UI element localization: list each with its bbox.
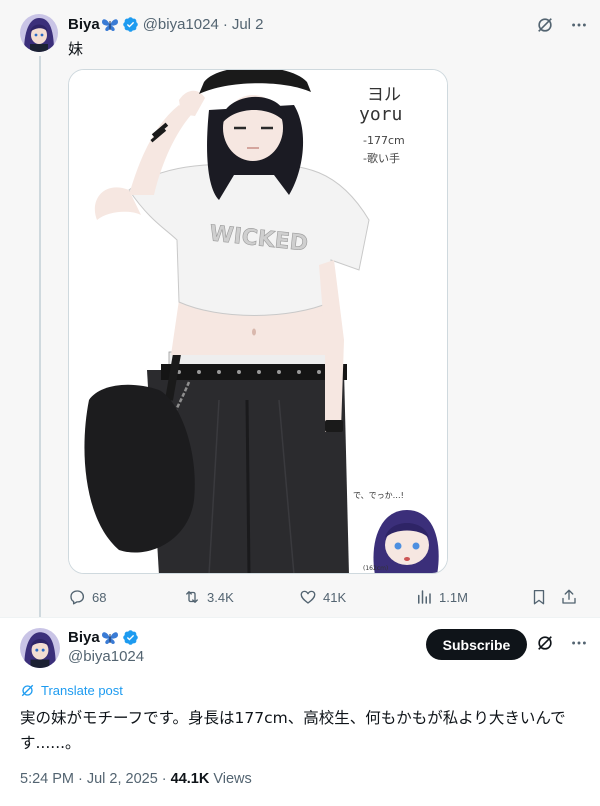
grok-icon[interactable]	[536, 16, 554, 39]
post-timestamp[interactable]: Jul 2	[232, 16, 264, 33]
repost-icon	[186, 591, 198, 603]
verified-badge-icon[interactable]	[122, 16, 139, 33]
replied-post[interactable]: Biya @biya1024 · Jul 2 妹 WICKED ヨル yoru …	[0, 0, 600, 618]
post-text: 妹	[68, 41, 84, 58]
reply-icon	[70, 590, 85, 605]
subscribe-button[interactable]: Subscribe	[426, 629, 527, 660]
grok-translate-icon	[21, 684, 34, 697]
main-post-header-icons	[536, 634, 588, 657]
verified-badge-icon[interactable]	[122, 629, 139, 646]
post-date[interactable]: Jul 2, 2025	[87, 771, 158, 787]
character-name-katakana: ヨル	[367, 85, 401, 105]
repost-count: 3.4K	[207, 589, 234, 605]
butterfly-icon	[101, 17, 119, 33]
role-note: -歌い手	[363, 151, 400, 165]
butterfly-icon	[101, 630, 119, 646]
reply-button[interactable]: 68	[68, 586, 106, 608]
avatar[interactable]	[20, 14, 58, 52]
grok-icon[interactable]	[536, 634, 554, 657]
analytics-icon	[418, 590, 431, 604]
main-display-name[interactable]: Biya	[68, 629, 100, 646]
post-header-icons	[536, 16, 588, 39]
main-views-count: 44.1K	[170, 771, 210, 787]
views-count: 1.1M	[439, 589, 468, 605]
repost-button[interactable]: 3.4K	[183, 586, 234, 608]
main-post-text: 実の妹がモチーフです。身長は177cm、高校生、何もかもが私より大きいんです..…	[20, 709, 566, 752]
bookmark-button[interactable]	[530, 586, 548, 608]
more-options-icon[interactable]	[570, 16, 588, 39]
divider	[0, 617, 600, 618]
like-count: 41K	[323, 589, 347, 605]
translate-post-link[interactable]: Translate post	[20, 683, 123, 698]
reply-count: 68	[92, 589, 107, 605]
thread-line	[39, 56, 41, 618]
post-image[interactable]: WICKED ヨル yoru -177cm -歌い手 で、でっか…! (162c…	[68, 69, 448, 574]
chibi-height: (162cm)	[363, 565, 388, 572]
share-icon	[562, 589, 576, 604]
main-author-handle[interactable]: @biya1024	[68, 648, 144, 665]
views-button[interactable]: 1.1M	[415, 586, 468, 608]
author-handle[interactable]: @biya1024	[143, 16, 219, 33]
height-note: -177cm	[363, 134, 405, 147]
post-header: Biya @biya1024 · Jul 2	[68, 16, 264, 33]
separator-dot: ·	[78, 771, 83, 787]
separator-dot: ·	[161, 771, 167, 787]
like-button[interactable]: 41K	[299, 586, 346, 608]
share-button[interactable]	[560, 586, 578, 608]
post-actions: 68 3.4K 41K 1.1M	[68, 586, 580, 608]
main-avatar[interactable]	[20, 628, 60, 668]
chibi-caption: で、でっか…!	[353, 491, 404, 500]
main-post-header: Biya @biya1024	[68, 629, 144, 665]
post-meta: 5:24 PM · Jul 2, 2025 · 44.1K Views	[20, 771, 252, 787]
display-name[interactable]: Biya	[68, 16, 100, 33]
separator-dot: ·	[222, 16, 228, 33]
views-label: Views	[213, 771, 252, 787]
bookmark-icon	[533, 589, 545, 605]
heart-icon	[300, 590, 316, 604]
more-options-icon[interactable]	[570, 634, 588, 657]
character-name-romaji: yoru	[359, 104, 402, 125]
illustration-svg: WICKED ヨル yoru -177cm -歌い手 で、でっか…! (162c…	[69, 70, 447, 573]
post-time[interactable]: 5:24 PM	[20, 771, 74, 787]
translate-label: Translate post	[41, 683, 123, 698]
